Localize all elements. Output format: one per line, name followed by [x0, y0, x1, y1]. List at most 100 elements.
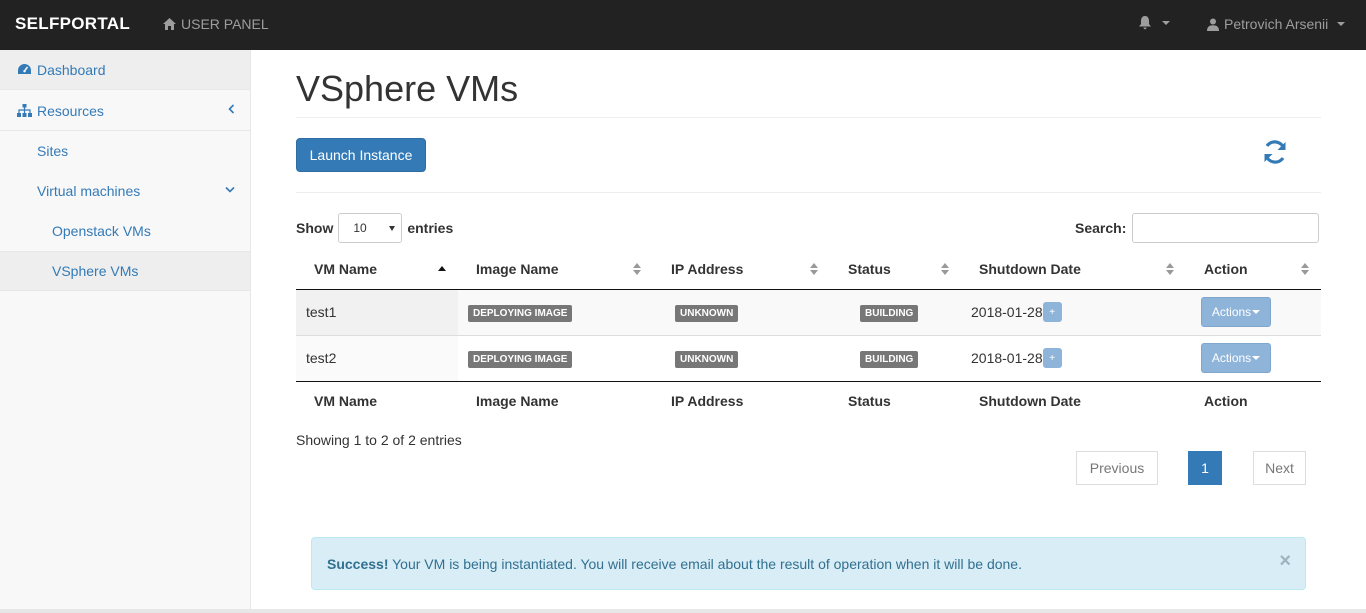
- chevron-down-icon: [225, 186, 235, 193]
- vm-name-cell: test1: [296, 288, 458, 335]
- chevron-down-icon: [1252, 356, 1261, 360]
- sidebar-item-label: Dashboard: [37, 61, 106, 78]
- sidebar-item-vsphere-vms[interactable]: VSphere VMs: [0, 251, 250, 291]
- sidebar-item-label: Resources: [37, 102, 104, 119]
- sort-icon: [633, 263, 641, 275]
- column-header-shutdown-date[interactable]: Shutdown Date: [961, 249, 1186, 290]
- ip-address-cell: UNKNOWN: [653, 288, 830, 335]
- home-icon: [163, 18, 176, 30]
- user-icon: [1207, 18, 1219, 31]
- column-header-status[interactable]: Status: [830, 249, 961, 290]
- sidebar: Dashboard Resources Sites Virtual machin…: [0, 50, 251, 613]
- vm-name-cell: test2: [296, 334, 458, 381]
- status-badge: BUILDING: [860, 304, 919, 322]
- actions-dropdown-button[interactable]: Actions: [1201, 343, 1271, 373]
- status-badge: UNKNOWN: [675, 350, 739, 368]
- sidebar-item-dashboard[interactable]: Dashboard: [0, 50, 250, 90]
- footer-border: [0, 609, 1366, 613]
- entries-label: entries: [407, 220, 454, 236]
- action-cell: Actions: [1186, 334, 1321, 381]
- column-header-label: VM Name: [314, 260, 378, 277]
- actions-label: Actions: [1211, 351, 1252, 365]
- main-content: VSphere VMs Launch Instance Show 10 entr…: [251, 50, 1366, 613]
- close-icon[interactable]: ×: [1279, 550, 1291, 573]
- column-header-ip-address[interactable]: IP Address: [653, 249, 830, 290]
- shutdown-date: 2018-01-28: [971, 304, 1043, 320]
- status-badge: DEPLOYING IMAGE: [468, 350, 573, 368]
- status-cell: BUILDING: [830, 334, 961, 381]
- bell-icon: [1139, 16, 1151, 30]
- chevron-down-icon: [1337, 22, 1346, 26]
- status-badge: DEPLOYING IMAGE: [468, 304, 573, 322]
- search-control: Search:: [1075, 213, 1320, 243]
- brand-logo[interactable]: SELFPORTAL: [15, 14, 130, 34]
- user-panel-label: USER PANEL: [181, 16, 269, 32]
- success-alert: Success! Your VM is being instantiated. …: [311, 537, 1306, 590]
- entries-select[interactable]: 10: [338, 213, 403, 243]
- extend-date-button[interactable]: +: [1042, 302, 1062, 322]
- vm-table: VM Name Image Name IP Address Status Shu…: [296, 249, 1321, 421]
- column-header-label: Image Name: [476, 260, 559, 277]
- table-row: test1 DEPLOYING IMAGE UNKNOWN BUILDING 2…: [296, 288, 1321, 335]
- table-info: Showing 1 to 2 of 2 entries: [296, 432, 462, 448]
- divider: [296, 192, 1321, 193]
- user-name: Petrovich Arsenii: [1224, 16, 1329, 32]
- extend-date-button[interactable]: +: [1042, 348, 1062, 368]
- sidebar-item-label: VSphere VMs: [52, 263, 139, 279]
- shutdown-date-cell: 2018-01-28 +: [961, 334, 1186, 381]
- user-panel-link[interactable]: USER PANEL: [163, 16, 269, 32]
- sidebar-item-virtual-machines[interactable]: Virtual machines: [0, 171, 250, 211]
- pagination-next[interactable]: Next: [1253, 451, 1306, 485]
- actions-dropdown-button[interactable]: Actions: [1201, 297, 1271, 327]
- column-header-image-name[interactable]: Image Name: [458, 249, 653, 290]
- column-header-label: Status: [848, 260, 891, 277]
- sidebar-item-label: Openstack VMs: [52, 223, 151, 239]
- sort-asc-icon: [438, 266, 446, 271]
- chevron-left-icon: [228, 104, 235, 114]
- footer-shutdown-date: Shutdown Date: [961, 380, 1186, 421]
- refresh-button[interactable]: [1262, 138, 1288, 169]
- footer-action: Action: [1186, 380, 1321, 421]
- show-label: Show: [296, 220, 334, 236]
- ip-address-cell: UNKNOWN: [653, 334, 830, 381]
- sort-icon: [1166, 263, 1174, 275]
- pagination-page-1[interactable]: 1: [1188, 451, 1222, 485]
- page-title: VSphere VMs: [296, 68, 519, 109]
- sidebar-item-resources[interactable]: Resources: [0, 91, 250, 131]
- footer-ip-address: IP Address: [653, 380, 830, 421]
- chevron-down-icon: [389, 226, 396, 231]
- chevron-down-icon: [1252, 310, 1261, 314]
- page-length-control: Show 10 entries: [296, 213, 453, 243]
- image-name-cell: DEPLOYING IMAGE: [458, 334, 653, 381]
- sort-icon: [1301, 263, 1309, 275]
- column-header-label: IP Address: [671, 260, 744, 277]
- notifications-dropdown[interactable]: [1138, 15, 1170, 30]
- status-badge: BUILDING: [860, 350, 919, 368]
- sidebar-item-openstack-vms[interactable]: Openstack VMs: [0, 211, 250, 251]
- footer-image-name: Image Name: [458, 380, 653, 421]
- column-header-vm-name[interactable]: VM Name: [296, 249, 458, 290]
- launch-instance-button[interactable]: Launch Instance: [296, 138, 426, 172]
- actions-label: Actions: [1211, 305, 1252, 319]
- column-header-label: Shutdown Date: [979, 260, 1081, 277]
- sort-icon: [941, 263, 949, 275]
- sort-icon: [810, 263, 818, 275]
- image-name-cell: DEPLOYING IMAGE: [458, 288, 653, 335]
- sidebar-item-label: Virtual machines: [37, 183, 141, 199]
- chevron-down-icon: [1162, 20, 1170, 25]
- pagination-previous[interactable]: Previous: [1076, 451, 1158, 485]
- column-header-label: Action: [1204, 260, 1248, 277]
- search-input[interactable]: [1132, 213, 1320, 243]
- action-cell: Actions: [1186, 288, 1321, 335]
- search-label: Search:: [1075, 220, 1127, 236]
- user-menu-dropdown[interactable]: Petrovich Arsenii: [1207, 16, 1346, 32]
- status-badge: UNKNOWN: [675, 304, 739, 322]
- sidebar-item-sites[interactable]: Sites: [0, 131, 250, 171]
- shutdown-date: 2018-01-28: [971, 350, 1043, 366]
- sitemap-icon: [17, 104, 32, 117]
- dashboard-icon: [17, 63, 32, 76]
- alert-strong: Success!: [327, 555, 389, 572]
- refresh-icon: [1264, 140, 1286, 164]
- divider: [296, 117, 1321, 118]
- column-header-action[interactable]: Action: [1186, 249, 1321, 290]
